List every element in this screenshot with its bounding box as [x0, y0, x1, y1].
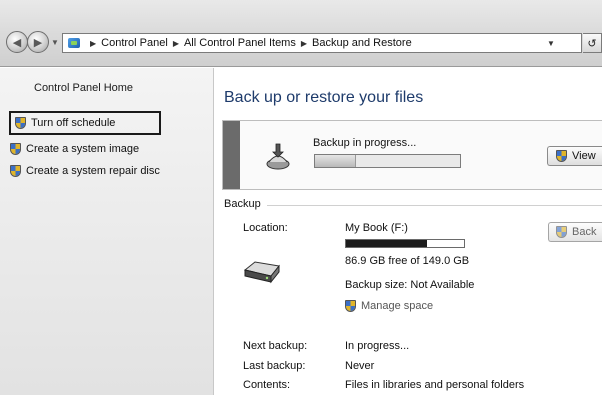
control-panel-home-link[interactable]: Control Panel Home [34, 82, 133, 94]
free-space-text: 86.9 GB free of 149.0 GB [345, 255, 470, 267]
backup-progress-bar [314, 154, 461, 168]
task-label: Turn off schedule [31, 117, 116, 129]
breadcrumb-separator-icon[interactable]: ▶ [301, 39, 307, 48]
window-titlebar: ◀ ▶ ▼ ▶ Control Panel ▶ All Control Pane… [0, 0, 602, 67]
backup-icon [266, 143, 290, 170]
progress-status-text: Backup in progress... [313, 137, 417, 149]
backup-size-text: Backup size: Not Available [345, 279, 475, 291]
shield-icon [15, 117, 26, 129]
drive-usage-fill [346, 240, 428, 247]
manage-space-link[interactable]: Manage space [345, 300, 433, 312]
back-arrow-icon: ◀ [12, 36, 22, 49]
view-details-button[interactable]: View [547, 146, 602, 166]
location-value: My Book (F:) [345, 222, 408, 234]
last-backup-label: Last backup: [243, 360, 306, 372]
turn-off-schedule-link[interactable]: Turn off schedule [9, 111, 161, 135]
manage-space-label: Manage space [361, 300, 434, 312]
task-label: Create a system image [26, 143, 140, 155]
refresh-icon: ↺ [587, 37, 597, 50]
location-label: Location: [243, 222, 288, 234]
breadcrumb-all-items[interactable]: All Control Panel Items [184, 37, 296, 49]
back-button-label: Back [572, 226, 597, 238]
next-backup-value: In progress... [345, 340, 410, 352]
next-backup-label: Next backup: [243, 340, 308, 352]
left-navigation-pane: Control Panel Home Turn off schedule Cre… [0, 68, 214, 395]
task-label: Create a system repair disc [26, 165, 160, 177]
page-title: Back up or restore your files [224, 89, 424, 106]
back-button[interactable]: ◀ [6, 31, 28, 53]
shield-icon [10, 143, 21, 155]
create-repair-disc-link[interactable]: Create a system repair disc [10, 165, 160, 177]
view-button-label: View [572, 150, 596, 162]
shield-icon [10, 165, 21, 177]
contents-value: Files in libraries and personal folders [345, 379, 525, 391]
last-backup-value: Never [345, 360, 375, 372]
hard-drive-icon [243, 261, 280, 284]
contents-label: Contents: [243, 379, 291, 391]
back-up-now-button[interactable]: Back [548, 222, 602, 242]
address-bar[interactable]: ▶ Control Panel ▶ All Control Panel Item… [62, 33, 582, 53]
breadcrumb-separator-icon[interactable]: ▶ [90, 39, 96, 48]
shield-icon [345, 300, 356, 312]
refresh-button[interactable]: ↺ [583, 33, 602, 53]
breadcrumb-separator-icon[interactable]: ▶ [173, 39, 179, 48]
progress-bar-fill [315, 155, 356, 167]
main-content-pane: Back up or restore your files Backup in … [215, 68, 602, 395]
drive-usage-bar [345, 239, 465, 248]
recent-pages-dropdown[interactable]: ▼ [51, 38, 59, 47]
backup-progress-panel: Backup in progress... View [222, 120, 602, 190]
backup-section-label: Backup [224, 198, 261, 210]
chevron-down-icon[interactable]: ▼ [543, 34, 559, 52]
shield-icon [556, 150, 567, 162]
forward-arrow-icon: ▶ [33, 36, 43, 49]
shield-icon [556, 226, 567, 238]
control-panel-icon [67, 36, 81, 50]
progress-panel-stripe [223, 121, 240, 189]
breadcrumb-backup-restore[interactable]: Backup and Restore [312, 37, 412, 49]
forward-button[interactable]: ▶ [27, 31, 49, 53]
create-system-image-link[interactable]: Create a system image [10, 143, 139, 155]
section-divider [267, 205, 602, 206]
breadcrumb-control-panel[interactable]: Control Panel [101, 37, 168, 49]
